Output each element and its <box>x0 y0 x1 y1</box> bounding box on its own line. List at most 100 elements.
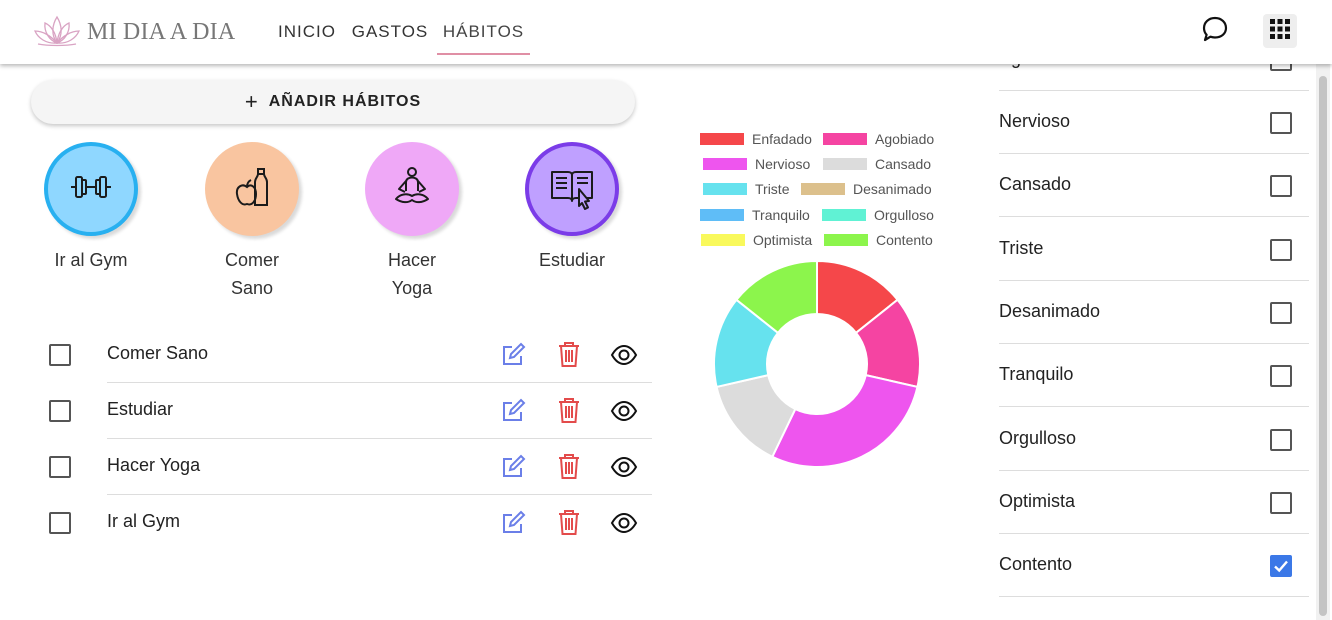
habit-list-row: Comer Sano <box>40 327 652 383</box>
mood-checkbox[interactable] <box>1270 302 1292 324</box>
brand-name: MI DIA A DIA <box>87 18 236 45</box>
habit-list-label: Hacer Yoga <box>107 455 201 475</box>
mood-doughnut-chart <box>713 259 921 468</box>
edit-icon[interactable] <box>499 453 527 481</box>
checkmark-icon <box>1274 560 1288 573</box>
habit-list-row: Estudiar <box>40 383 652 439</box>
legend-swatch <box>701 234 745 246</box>
mood-label: Cansado <box>999 174 1072 194</box>
mood-label: Contento <box>999 554 1073 574</box>
legend-swatch <box>824 234 868 246</box>
habit-list-label: Ir al Gym <box>107 511 181 531</box>
dumbbell-icon <box>67 163 115 216</box>
trash-icon[interactable] <box>555 452 583 480</box>
mood-checkbox[interactable] <box>1270 365 1292 387</box>
habit-checkbox[interactable] <box>49 400 71 422</box>
legend-swatch <box>801 183 845 195</box>
nav-habitos[interactable]: HÁBITOS <box>437 0 530 64</box>
habit-card-gym[interactable]: Ir al Gym <box>26 142 156 274</box>
legend-label: Nervioso <box>755 156 811 172</box>
habit-circle <box>44 142 138 236</box>
trash-icon[interactable] <box>555 340 583 368</box>
edit-icon[interactable] <box>499 509 527 537</box>
apple-bottle-icon <box>228 163 276 216</box>
mood-checkbox[interactable] <box>1270 492 1292 514</box>
legend-item[interactable]: Enfadado <box>700 131 812 147</box>
habit-circle <box>525 142 619 236</box>
mood-checkbox[interactable] <box>1270 112 1292 134</box>
mood-row: Cansado <box>999 154 1309 217</box>
mood-row: Optimista <box>999 471 1309 534</box>
habit-name: Hacer Yoga <box>387 250 436 298</box>
chat-bubble-icon <box>1201 15 1229 48</box>
plus-icon: + <box>244 89 259 114</box>
divider <box>999 596 1309 597</box>
mood-row: Contento <box>999 534 1309 597</box>
legend-item[interactable]: Orgulloso <box>822 207 934 223</box>
right-panel-scrollbar[interactable] <box>1316 64 1330 620</box>
eye-icon[interactable] <box>610 453 638 481</box>
mood-checkbox[interactable] <box>1270 239 1292 261</box>
mood-label: Nervioso <box>999 111 1071 131</box>
mood-label: Optimista <box>999 491 1076 511</box>
mood-checkbox[interactable] <box>1270 175 1292 197</box>
scrollbar-thumb[interactable] <box>1319 76 1327 616</box>
eye-icon[interactable] <box>610 397 638 425</box>
top-app-bar: MI DIA A DIA INICIO GASTOS HÁBITOS <box>0 0 1332 64</box>
mood-label: Tranquilo <box>999 364 1074 384</box>
legend-item[interactable]: Tranquilo <box>700 207 810 223</box>
edit-icon[interactable] <box>499 397 527 425</box>
nav-gastos[interactable]: GASTOS <box>350 0 430 64</box>
eye-icon[interactable] <box>610 341 638 369</box>
mood-checkbox[interactable] <box>1270 429 1292 451</box>
legend-item[interactable]: Cansado <box>823 156 931 172</box>
edit-icon[interactable] <box>499 341 527 369</box>
habit-card-comer-sano[interactable]: Comer Sano <box>187 142 317 302</box>
habit-checkbox[interactable] <box>49 512 71 534</box>
trash-icon[interactable] <box>555 396 583 424</box>
legend-swatch <box>703 158 747 170</box>
legend-label: Desanimado <box>853 181 932 197</box>
habit-checkbox[interactable] <box>49 344 71 366</box>
habit-list-row: Ir al Gym <box>40 495 652 551</box>
brand[interactable]: MI DIA A DIA <box>32 14 235 50</box>
legend-label: Agobiado <box>875 131 935 147</box>
mood-row: Desanimado <box>999 281 1309 344</box>
legend-swatch <box>703 183 747 195</box>
habit-list-label: Comer Sano <box>107 343 209 363</box>
legend-item[interactable]: Optimista <box>701 232 812 248</box>
trash-icon[interactable] <box>555 508 583 536</box>
legend-item[interactable]: Desanimado <box>801 181 932 197</box>
legend-label: Optimista <box>753 232 813 248</box>
divider <box>999 216 1309 217</box>
doughnut-slice-nervioso[interactable] <box>770 373 919 468</box>
habit-list-label: Estudiar <box>107 399 174 419</box>
habit-checkbox[interactable] <box>49 456 71 478</box>
legend-item[interactable]: Triste <box>703 181 789 197</box>
legend-swatch <box>823 133 867 145</box>
legend-item[interactable]: Nervioso <box>703 156 810 172</box>
habit-name: Estudiar <box>538 250 606 270</box>
legend-label: Contento <box>876 232 933 248</box>
nav-inicio[interactable]: INICIO <box>274 0 340 64</box>
yoga-pose-icon <box>388 163 436 216</box>
legend-label: Cansado <box>875 156 932 172</box>
habit-card-hacer-yoga[interactable]: Hacer Yoga <box>347 142 477 302</box>
legend-label: Enfadado <box>752 131 812 147</box>
add-habits-button[interactable]: + AÑADIR HÁBITOS <box>31 80 635 124</box>
apps-grid-icon <box>1269 18 1291 45</box>
mood-row: Orgulloso <box>999 408 1309 471</box>
legend-swatch <box>823 158 867 170</box>
book-pointer-icon <box>547 162 597 217</box>
chat-button[interactable] <box>1198 14 1232 48</box>
mood-checkbox[interactable] <box>1270 555 1292 577</box>
legend-item[interactable]: Agobiado <box>823 131 934 147</box>
eye-icon[interactable] <box>610 509 638 537</box>
habit-card-estudiar[interactable]: Estudiar <box>507 142 637 274</box>
mood-row: Triste <box>999 218 1309 281</box>
apps-button[interactable] <box>1263 14 1297 48</box>
legend-label: Triste <box>755 181 790 197</box>
legend-swatch <box>700 209 744 221</box>
legend-item[interactable]: Contento <box>824 232 933 248</box>
mood-row: Tranquilo <box>999 344 1309 407</box>
